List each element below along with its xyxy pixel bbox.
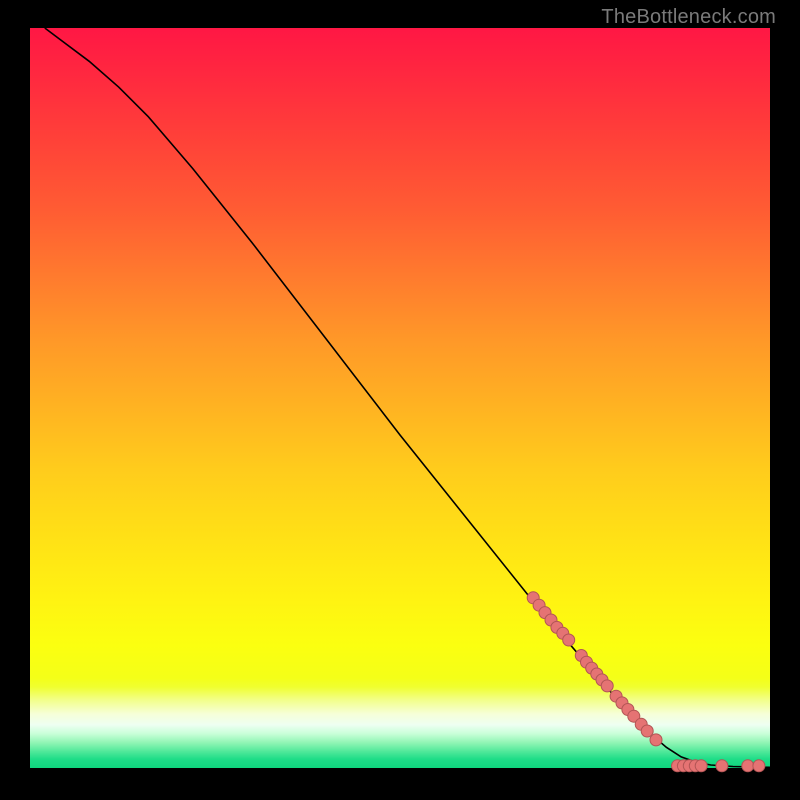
stage: TheBottleneck.com: [0, 0, 800, 800]
chart-markers-group: [527, 592, 765, 772]
chart-marker: [742, 760, 754, 772]
chart-plot-area: [30, 28, 770, 768]
chart-marker: [695, 760, 707, 772]
chart-overlay-svg: [30, 28, 770, 768]
chart-marker: [753, 760, 765, 772]
chart-marker: [641, 725, 653, 737]
chart-marker: [601, 680, 613, 692]
watermark-text: TheBottleneck.com: [601, 6, 776, 29]
chart-marker: [563, 634, 575, 646]
chart-marker: [716, 760, 728, 772]
chart-curve: [45, 28, 770, 767]
chart-marker: [650, 734, 662, 746]
